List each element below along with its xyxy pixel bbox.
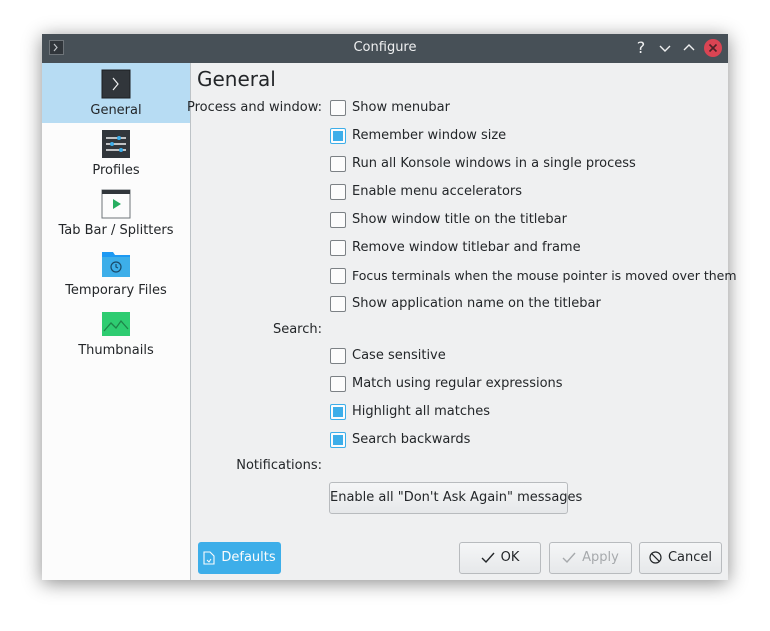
checkbox-box[interactable] <box>330 128 346 144</box>
sidebar-item-tab-bar-splitters[interactable]: Tab Bar / Splitters <box>42 183 190 243</box>
checkbox-label: Show application name on the titlebar <box>352 296 601 311</box>
cancel-button[interactable]: Cancel <box>639 542 722 574</box>
window-title: Configure <box>353 40 417 55</box>
minimize-icon <box>659 45 671 52</box>
process-and-window-label: Process and window: <box>186 100 322 115</box>
checkbox-label: Run all Konsole windows in a single proc… <box>352 156 636 171</box>
apply-label: Apply <box>582 550 619 565</box>
document-revert-icon <box>203 550 215 565</box>
checkbox-label: Show window title on the titlebar <box>352 212 567 227</box>
folder-icon <box>102 252 130 277</box>
checkbox-box[interactable] <box>330 100 346 116</box>
checkbox-box[interactable] <box>330 296 346 312</box>
checkbox-box[interactable] <box>330 432 346 448</box>
checkmark-icon <box>481 552 495 563</box>
checkbox-label: Remove window titlebar and frame <box>352 240 581 255</box>
apply-button[interactable]: Apply <box>549 542 632 574</box>
defaults-button[interactable]: Defaults <box>198 542 281 574</box>
checkbox-box[interactable] <box>330 376 346 392</box>
checkbox-label: Search backwards <box>352 432 471 447</box>
checkbox-label: Match using regular expressions <box>352 376 563 391</box>
ok-label: OK <box>500 550 520 565</box>
cancel-icon <box>649 551 662 564</box>
close-button[interactable] <box>704 39 722 57</box>
sidebar-item-label: Temporary Files <box>65 283 167 298</box>
checkbox-box[interactable] <box>330 268 346 284</box>
checkbox-box[interactable] <box>330 212 346 228</box>
checkbox-label: Enable menu accelerators <box>352 184 523 199</box>
close-icon <box>704 39 722 57</box>
cancel-label: Cancel <box>667 550 713 565</box>
minimize-button[interactable] <box>656 39 674 57</box>
sidebar-item-temporary-files[interactable]: Temporary Files <box>42 243 190 303</box>
checkbox-box[interactable] <box>330 348 346 364</box>
sidebar: General Profiles Tab Bar / Splitters Tem… <box>42 63 191 580</box>
checkbox-box[interactable] <box>330 240 346 256</box>
checkbox-box[interactable] <box>330 156 346 172</box>
sidebar-item-thumbnails[interactable]: Thumbnails <box>42 303 190 363</box>
checkbox-label: Remember window size <box>352 128 507 143</box>
page-title: General <box>197 67 276 91</box>
maximize-button[interactable] <box>680 39 698 57</box>
sidebar-item-label: General <box>90 103 142 118</box>
sidebar-item-label: Thumbnails <box>78 343 154 358</box>
image-icon <box>102 312 130 336</box>
notifications-label: Notifications: <box>236 458 322 473</box>
defaults-label: Defaults <box>221 550 276 565</box>
general-page: General Process and window: Show menubar… <box>187 63 737 580</box>
search-label: Search: <box>272 322 322 337</box>
ok-button[interactable]: OK <box>459 542 541 574</box>
checkmark-icon <box>562 552 576 563</box>
title-bar[interactable]: Configure ? <box>42 34 728 63</box>
checkbox-box[interactable] <box>330 184 346 200</box>
maximize-icon <box>683 44 695 51</box>
sidebar-item-label: Tab Bar / Splitters <box>58 223 174 238</box>
sidebar-item-label: Profiles <box>92 163 140 178</box>
checkbox-label: Show menubar <box>352 100 450 115</box>
checkbox-label: Focus terminals when the mouse pointer i… <box>352 268 737 283</box>
sidebar-item-profiles[interactable]: Profiles <box>42 123 190 183</box>
configure-dialog: Configure ? General Profiles Tab Bar / S… <box>42 34 737 580</box>
checkbox-label: Highlight all matches <box>352 404 491 419</box>
help-icon: ? <box>636 38 646 57</box>
enable-dont-ask-again-button[interactable]: Enable all "Don't Ask Again" messages <box>329 482 582 514</box>
help-button[interactable]: ? <box>632 39 650 57</box>
profiles-icon <box>102 130 130 158</box>
sidebar-item-general[interactable]: General <box>42 63 190 123</box>
checkbox-label: Case sensitive <box>352 348 446 363</box>
checkbox-box[interactable] <box>330 404 346 420</box>
tabbar-icon <box>101 189 131 219</box>
konsole-icon <box>101 69 131 99</box>
